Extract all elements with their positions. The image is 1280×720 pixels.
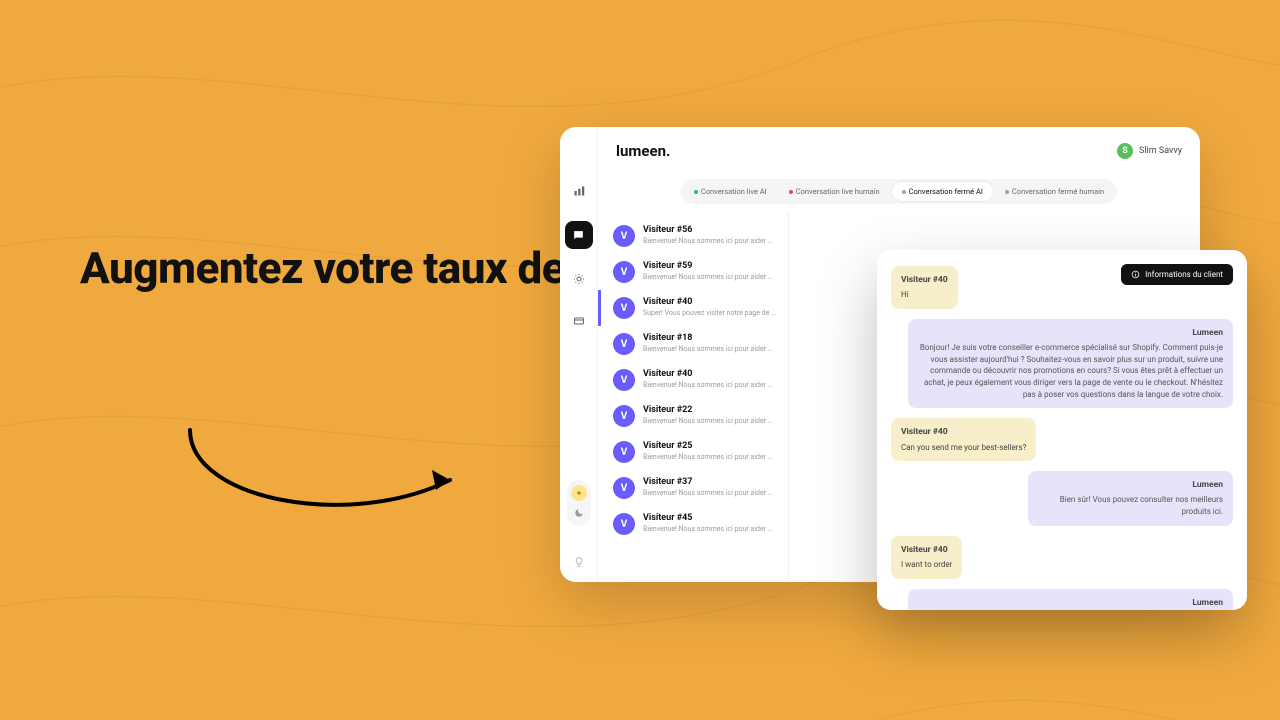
conversation-name: Visiteur #22 xyxy=(643,405,772,415)
message-author: Visiteur #40 xyxy=(901,426,1026,438)
conversation-item[interactable]: V Visiteur #18 Bienvenue! Nous sommes ici … xyxy=(598,326,788,362)
tab-label: Conversation live humain xyxy=(796,187,880,196)
status-dot xyxy=(789,190,793,194)
visitor-message: Visiteur #40 I want to order xyxy=(891,536,962,579)
conversation-preview: Bienvenue! Nous sommes ici pour aider … xyxy=(643,381,772,389)
user-chip[interactable]: S Slim Savvy xyxy=(1117,143,1182,159)
conversation-name: Visiteur #59 xyxy=(643,261,772,271)
conversation-item[interactable]: V Visiteur #45 Bienvenue! Nous sommes ici … xyxy=(598,506,788,542)
message-author: Lumeen xyxy=(918,597,1223,609)
conversation-preview: Bienvenue! Nous sommes ici pour aider … xyxy=(643,489,772,497)
conversation-item[interactable]: V Visiteur #37 Bienvenue! Nous sommes ici … xyxy=(598,470,788,506)
message-text: I want to order xyxy=(901,559,952,571)
chat-messages: Visiteur #40 Hi Lumeen Bonjour! Je suis vot… xyxy=(891,266,1233,610)
status-dot xyxy=(1005,190,1009,194)
conversation-item[interactable]: V Visiteur #56 Bienvenue! Nous sommes ici … xyxy=(598,218,788,254)
conversation-item[interactable]: V Visiteur #40 Bienvenue! Nous sommes ici … xyxy=(598,362,788,398)
conversation-tabs: Conversation live AI Conversation live hu… xyxy=(681,179,1117,204)
message-author: Visiteur #40 xyxy=(901,544,952,556)
gear-icon[interactable] xyxy=(567,267,591,291)
visitor-avatar: V xyxy=(613,297,635,319)
bot-message: LumeenSuper! Vous pouvez visiter notre p… xyxy=(908,589,1233,611)
visitor-message: Visiteur #40 Can you send me your best-se… xyxy=(891,418,1036,461)
visitor-message: Visiteur #40 Hi xyxy=(891,266,958,309)
tab-conversation-live-ai[interactable]: Conversation live AI xyxy=(684,182,777,201)
arrow-illustration xyxy=(180,420,480,540)
theme-toggle[interactable] xyxy=(567,480,591,526)
visitor-avatar: V xyxy=(613,441,635,463)
visitor-avatar: V xyxy=(613,369,635,391)
conversation-list: V Visiteur #56 Bienvenue! Nous sommes ici … xyxy=(598,212,788,582)
visitor-avatar: V xyxy=(613,261,635,283)
moon-icon xyxy=(571,505,587,521)
conversation-preview: Bienvenue! Nous sommes ici pour aider … xyxy=(643,417,772,425)
message-text: Hi xyxy=(901,289,948,301)
conversation-preview: Super! Vous pouvez visiter notre page de… xyxy=(643,309,776,317)
conversation-name: Visiteur #37 xyxy=(643,477,772,487)
tab-label: Conversation live AI xyxy=(701,187,767,196)
message-text: Bonjour! Je suis votre conseiller e-comm… xyxy=(918,342,1223,400)
conversation-item[interactable]: V Visiteur #25 Bienvenue! Nous sommes ici … xyxy=(598,434,788,470)
visitor-avatar: V xyxy=(613,225,635,247)
topbar: lumeen. S Slim Savvy xyxy=(598,127,1200,175)
card-icon[interactable] xyxy=(567,309,591,333)
status-dot xyxy=(902,190,906,194)
visitor-avatar: V xyxy=(613,513,635,535)
visitor-avatar: V xyxy=(613,333,635,355)
bulb-icon[interactable] xyxy=(567,550,591,574)
conversation-name: Visiteur #56 xyxy=(643,225,772,235)
message-author: Visiteur #40 xyxy=(901,274,948,286)
tab-label: Conversation fermé humain xyxy=(1012,187,1104,196)
visitor-avatar: V xyxy=(613,405,635,427)
chat-card: Informations du client Visiteur #40 Hi Lum… xyxy=(877,250,1247,610)
tab-conversation-live-humain[interactable]: Conversation live humain xyxy=(779,182,890,201)
user-avatar: S xyxy=(1117,143,1133,159)
tab-conversation-fermé-ai[interactable]: Conversation fermé AI xyxy=(892,182,993,201)
client-info-button[interactable]: Informations du client xyxy=(1121,264,1233,285)
message-author: Lumeen xyxy=(918,327,1223,339)
conversation-item[interactable]: V Visiteur #40 Super! Vous pouvez visiter … xyxy=(598,290,788,326)
status-dot xyxy=(694,190,698,194)
user-name: Slim Savvy xyxy=(1139,146,1182,156)
tab-conversation-fermé-humain[interactable]: Conversation fermé humain xyxy=(995,182,1114,201)
conversation-name: Visiteur #40 xyxy=(643,297,776,307)
sun-icon xyxy=(571,485,587,501)
message-text: Can you send me your best-sellers? xyxy=(901,442,1026,454)
conversation-name: Visiteur #45 xyxy=(643,513,772,523)
conversation-preview: Bienvenue! Nous sommes ici pour aider … xyxy=(643,525,772,533)
visitor-avatar: V xyxy=(613,477,635,499)
brand-logo: lumeen. xyxy=(616,142,670,160)
conversation-preview: Bienvenue! Nous sommes ici pour aider … xyxy=(643,453,772,461)
conversation-preview: Bienvenue! Nous sommes ici pour aider … xyxy=(643,273,772,281)
sidebar xyxy=(560,127,598,582)
chat-icon[interactable] xyxy=(565,221,593,249)
conversation-name: Visiteur #40 xyxy=(643,369,772,379)
conversation-item[interactable]: V Visiteur #59 Bienvenue! Nous sommes ici … xyxy=(598,254,788,290)
conversation-name: Visiteur #25 xyxy=(643,441,772,451)
bot-message: Lumeen Bien sûr! Vous pouvez consulter no… xyxy=(1028,471,1233,526)
conversation-preview: Bienvenue! Nous sommes ici pour aider … xyxy=(643,345,772,353)
conversation-preview: Bienvenue! Nous sommes ici pour aider … xyxy=(643,237,772,245)
message-text: Bien sûr! Vous pouvez consulter nos meil… xyxy=(1038,494,1223,517)
conversation-name: Visiteur #18 xyxy=(643,333,772,343)
bars-icon[interactable] xyxy=(567,179,591,203)
client-info-label: Informations du client xyxy=(1145,270,1223,279)
tab-label: Conversation fermé AI xyxy=(909,187,983,196)
conversation-item[interactable]: V Visiteur #22 Bienvenue! Nous sommes ici … xyxy=(598,398,788,434)
message-author: Lumeen xyxy=(1038,479,1223,491)
bot-message: Lumeen Bonjour! Je suis votre conseiller … xyxy=(908,319,1233,408)
